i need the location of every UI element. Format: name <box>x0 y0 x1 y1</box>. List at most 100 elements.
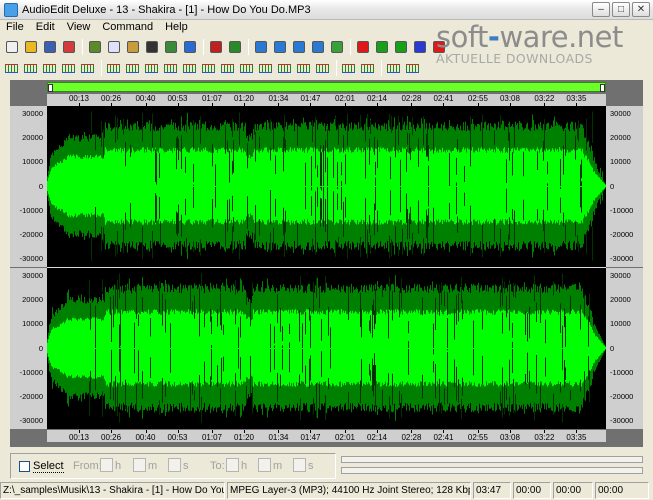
selection-box: Select From: h m s To: h m s <box>10 453 336 479</box>
mono-button[interactable] <box>359 60 376 77</box>
time-label: 00:13 <box>68 94 90 103</box>
record-button[interactable] <box>354 39 371 56</box>
close-file-button[interactable] <box>60 39 77 56</box>
echo-button[interactable] <box>105 60 122 77</box>
spectrum-button[interactable] <box>385 60 402 77</box>
effects-toolbar <box>3 58 423 78</box>
invert-button[interactable] <box>238 60 255 77</box>
amplitude-label: -30000 <box>19 416 43 425</box>
save-button[interactable] <box>41 39 58 56</box>
zoom-all-button[interactable] <box>309 39 326 56</box>
watermark-subtitle: AKTUELLE DOWNLOADS <box>436 51 593 66</box>
to-seconds-field[interactable] <box>293 458 306 472</box>
amplitude-label: -10000 <box>19 205 43 215</box>
vibrato-icon <box>316 63 329 73</box>
from-hours-field[interactable] <box>100 458 113 472</box>
time-label: 01:07 <box>201 433 222 442</box>
stop-button[interactable] <box>430 39 447 56</box>
from-minutes-unit: m <box>148 460 158 472</box>
time-label: 02:41 <box>433 94 454 103</box>
chorus-button[interactable] <box>143 60 160 77</box>
close-button[interactable]: ✕ <box>632 2 650 17</box>
to-hours-field[interactable] <box>226 458 239 472</box>
fade-out-button[interactable] <box>41 60 58 77</box>
amplitude-scale-left-ch1: 30000 20000 10000 0 -10000 -20000 -30000 <box>10 106 47 267</box>
reverb-button[interactable] <box>124 60 141 77</box>
vibrato-button[interactable] <box>314 60 331 77</box>
menu-command[interactable]: Command <box>96 20 159 34</box>
from-hours-unit: h <box>115 460 122 472</box>
zoom-in-button[interactable] <box>252 39 269 56</box>
time-label: 01:20 <box>233 94 255 103</box>
minimize-button[interactable]: – <box>592 2 610 17</box>
reverse-button[interactable] <box>219 60 236 77</box>
time-label: 00:53 <box>167 94 188 103</box>
undo-button[interactable] <box>207 39 224 56</box>
pause-button[interactable] <box>411 39 428 56</box>
app-icon <box>4 2 18 17</box>
amplitude-label: 30000 <box>610 109 631 118</box>
new-file-button[interactable] <box>3 39 20 56</box>
delete-button[interactable] <box>143 39 160 56</box>
zoom-selection-icon <box>292 41 305 53</box>
from-minutes-field[interactable] <box>133 458 146 472</box>
from-seconds-field[interactable] <box>168 458 181 472</box>
amplify-button[interactable] <box>3 60 20 77</box>
invert-icon <box>240 63 253 73</box>
fade-in-button[interactable] <box>22 60 39 77</box>
properties-button[interactable] <box>404 60 421 77</box>
tempo-button[interactable] <box>200 60 217 77</box>
status-selection-start: 00:00 <box>553 482 593 499</box>
zoom-out-button[interactable] <box>271 39 288 56</box>
noise-button[interactable] <box>295 60 312 77</box>
amplitude-label: -30000 <box>610 254 634 263</box>
equalizer-button[interactable] <box>257 60 274 77</box>
filter-icon <box>278 63 291 73</box>
time-label: 01:34 <box>268 94 289 103</box>
menu-edit[interactable]: Edit <box>30 20 61 34</box>
pitch-button[interactable] <box>181 60 198 77</box>
trim-button[interactable] <box>162 39 179 56</box>
select-all-button[interactable] <box>181 39 198 56</box>
select-checkbox[interactable] <box>19 461 30 472</box>
equalizer-icon <box>259 63 272 73</box>
cut-button[interactable] <box>86 39 103 56</box>
spectrum-icon <box>387 63 400 73</box>
amplitude-label: -10000 <box>19 367 43 377</box>
waveform-channel-right[interactable] <box>47 268 606 429</box>
overview-scrollbar[interactable] <box>47 82 606 92</box>
zoom-selection-button[interactable] <box>290 39 307 56</box>
silence-button[interactable] <box>79 60 96 77</box>
zoom-fit-button[interactable] <box>328 39 345 56</box>
play-selection-button[interactable] <box>392 39 409 56</box>
amplitude-scale-left-ch2: 30000 20000 10000 0 -10000 -20000 -30000 <box>10 268 47 429</box>
play-button[interactable] <box>373 39 390 56</box>
redo-button[interactable] <box>226 39 243 56</box>
flanger-button[interactable] <box>162 60 179 77</box>
select-label[interactable]: Select <box>33 460 64 473</box>
open-folder-button[interactable] <box>22 39 39 56</box>
to-minutes-field[interactable] <box>258 458 271 472</box>
amplitude-label: 0 <box>38 181 43 191</box>
menu-bar: File Edit View Command Help <box>0 20 653 34</box>
menu-view[interactable]: View <box>61 20 97 34</box>
amplitude-scale-right-ch1: 30000 20000 10000 0 -10000 -20000 -30000 <box>606 106 643 267</box>
filter-button[interactable] <box>276 60 293 77</box>
amplitude-label: -20000 <box>610 229 634 239</box>
window-controls: – □ ✕ <box>592 2 650 17</box>
channel-swap-button[interactable] <box>340 60 357 77</box>
copy-button[interactable] <box>105 39 122 56</box>
menu-help[interactable]: Help <box>159 20 194 34</box>
normalize-button[interactable] <box>60 60 77 77</box>
waveform-channel-left[interactable] <box>47 106 606 267</box>
amplitude-label: 20000 <box>610 133 631 143</box>
main-toolbar <box>3 37 449 57</box>
maximize-button[interactable]: □ <box>612 2 630 17</box>
new-file-icon <box>5 41 18 53</box>
zoom-out-icon <box>273 41 286 53</box>
delete-icon <box>145 41 158 53</box>
menu-file[interactable]: File <box>0 20 30 34</box>
paste-button[interactable] <box>124 39 141 56</box>
window-title: AudioEdit Deluxe - 13 - Shakira - [1] - … <box>22 3 311 16</box>
progress-bar-1 <box>341 456 643 463</box>
